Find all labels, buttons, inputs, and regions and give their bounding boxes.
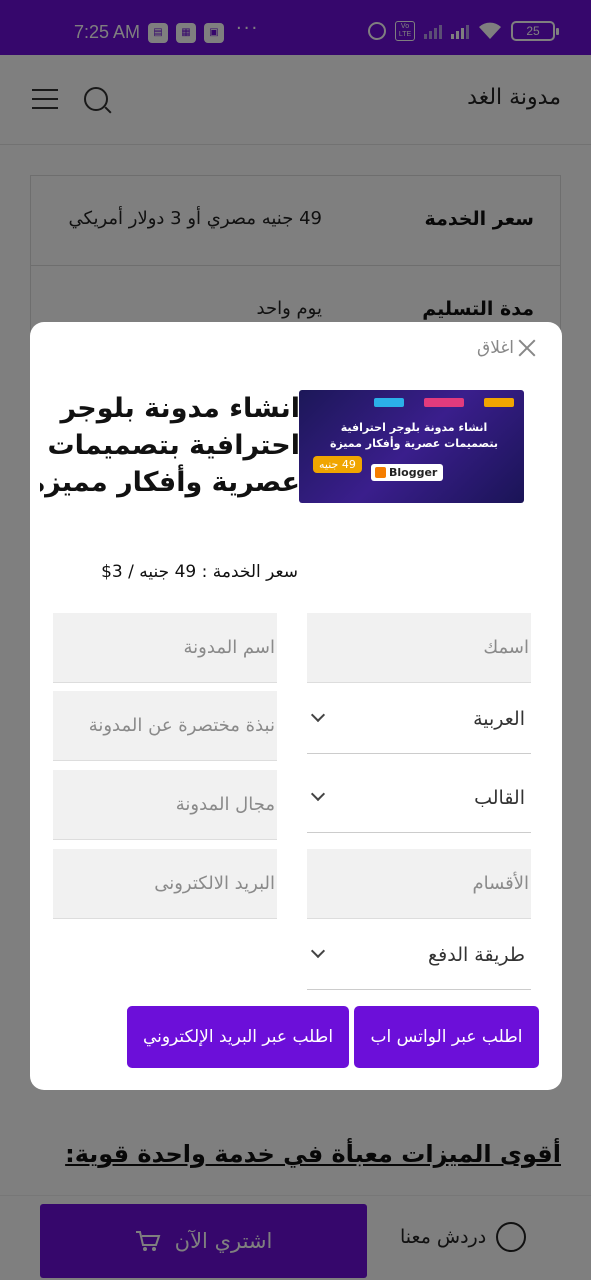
service-title: انشاء مدونة بلوجر احترافية بتصميمات عصري…	[40, 393, 300, 498]
order-email-button[interactable]: اطلب عبر البريد الإلكتروني	[127, 1006, 349, 1068]
service-thumbnail: انشاء مدونة بلوجر احترافية بتصميمات عصري…	[299, 390, 524, 503]
close-icon	[518, 339, 536, 357]
blog-niche-field[interactable]: مجال المدونة	[53, 770, 277, 840]
language-select[interactable]: العربية	[307, 684, 531, 754]
payment-method-select[interactable]: طريقة الدفع	[307, 920, 531, 990]
blog-name-field[interactable]: اسم المدونة	[53, 613, 277, 683]
service-price: سعر الخدمة : 49 جنيه / 3$	[101, 562, 298, 582]
chevron-down-icon	[310, 943, 326, 959]
chevron-down-icon	[310, 707, 326, 723]
order-modal: اغلاق انشاء مدونة بلوجر احترافية بتصميما…	[30, 322, 562, 1090]
chevron-down-icon	[310, 786, 326, 802]
order-whatsapp-button[interactable]: اطلب عبر الواتس اب	[354, 1006, 539, 1068]
thumbnail-badge: 49 جنيه	[313, 456, 362, 473]
thumbnail-headline: انشاء مدونة بلوجر احترافية بتصميمات عصري…	[329, 421, 499, 450]
blogger-logo: Blogger	[371, 464, 444, 481]
template-select[interactable]: القالب	[307, 763, 531, 833]
name-field[interactable]: اسمك	[307, 613, 531, 683]
close-label: اغلاق	[477, 338, 514, 358]
sections-field[interactable]: الأقسام	[307, 849, 531, 919]
blog-bio-field[interactable]: نبذة مختصرة عن المدونة	[53, 691, 277, 761]
close-button[interactable]: اغلاق	[477, 338, 536, 358]
email-field[interactable]: البريد الالكترونى	[53, 849, 277, 919]
